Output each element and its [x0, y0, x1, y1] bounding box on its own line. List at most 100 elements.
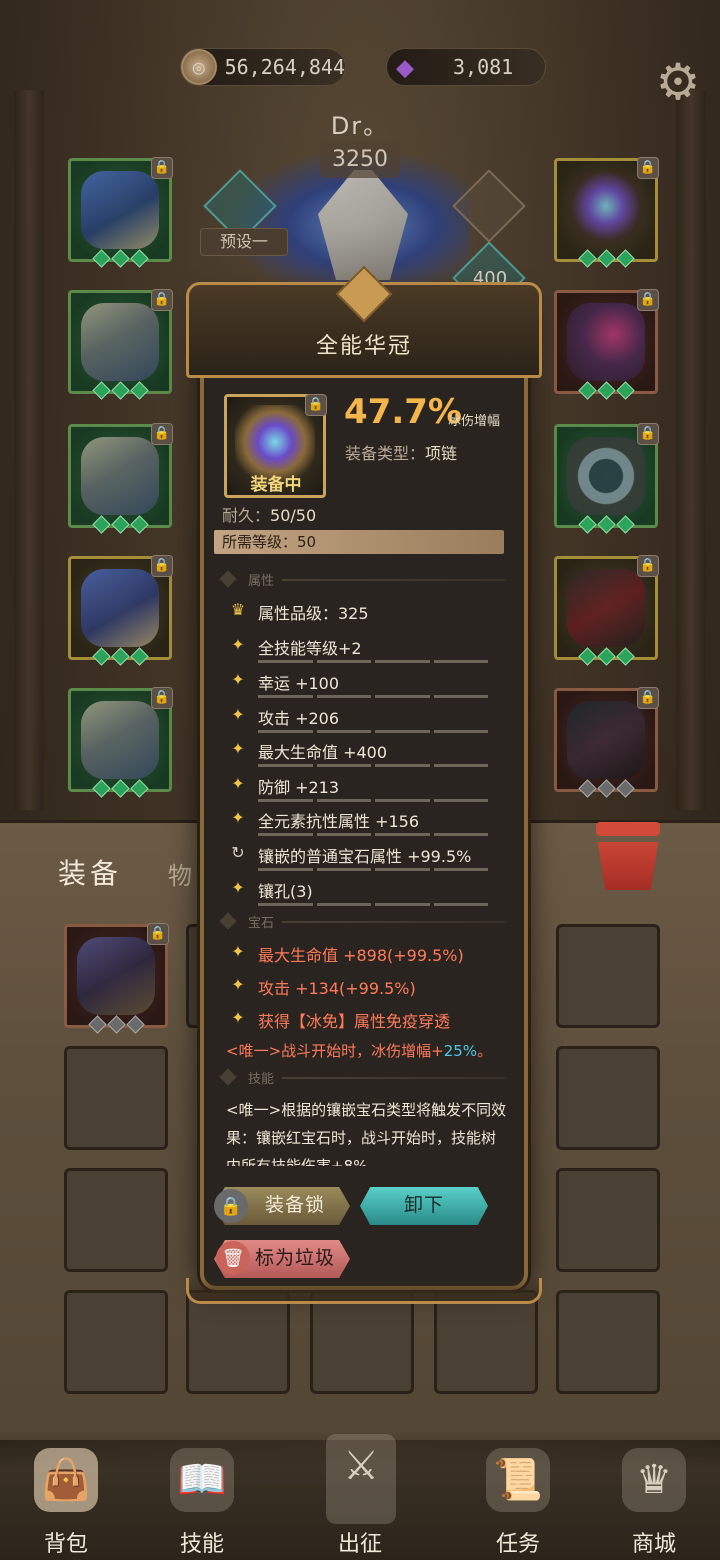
gloves-icon — [81, 437, 159, 515]
unique-effect: <唯一>战斗开始时，冰伤增幅+25%。 — [226, 1040, 492, 1061]
popup-footer — [186, 1278, 542, 1304]
trash-icon: 🗑 — [216, 1241, 250, 1275]
gem-value: 3,081 — [453, 55, 514, 79]
shop-crown-icon: ♛ — [622, 1448, 686, 1512]
lock-icon: 🔒 — [637, 555, 659, 577]
stat-text: 最大生命值 +400 — [258, 743, 388, 762]
equip-slot-weapon[interactable]: 🔒 — [554, 555, 659, 666]
socket-row — [71, 381, 169, 400]
section-attributes-title: 属性 — [248, 574, 275, 589]
equip-slot-amulet[interactable]: 🔒 — [554, 289, 659, 400]
equip-slot-gloves[interactable]: 🔒 — [68, 423, 173, 534]
gem-row: ✦ 获得【冰免】属性免疫穿透 — [222, 1004, 488, 1038]
lock-icon: 🔒 — [637, 157, 659, 179]
socket-row — [557, 381, 655, 400]
lock-icon: 🔒 — [151, 687, 173, 709]
main-stat-label: 冰伤增幅 — [448, 414, 501, 429]
inventory-slot[interactable] — [556, 1168, 660, 1272]
nav-expedition[interactable]: ⚔ 出征 — [300, 1430, 420, 1560]
top-bar: ◎ 56,264,844 ◆ 3,081 ⚙ — [0, 40, 720, 111]
unique-effect-text: <唯一>战斗开始时，冰伤增幅+ — [226, 1042, 444, 1060]
gem-text: 攻击 +134(+99.5%) — [258, 979, 416, 998]
inventory-slot[interactable] — [186, 1290, 290, 1394]
horn-icon — [567, 701, 645, 779]
unique-effect-pct: 25% — [443, 1042, 478, 1060]
stat-row: ✦ 最大生命值 +400 — [222, 735, 488, 769]
sparkle-icon: ✦ — [231, 1008, 245, 1027]
sparkle-icon: ✦ — [231, 975, 245, 994]
boots-icon — [81, 701, 159, 779]
stat-row: ✦ 幸运 +100 — [222, 666, 488, 700]
inventory-slot[interactable] — [434, 1290, 538, 1394]
item-name: 全能华冠 — [315, 334, 412, 359]
socket-row — [67, 1015, 165, 1034]
equip-slot-belt[interactable]: 🔒 — [68, 555, 173, 666]
weapon-icon — [567, 569, 645, 647]
armor-icon — [81, 303, 159, 381]
gold-counter: ◎ 56,264,844 — [180, 48, 346, 86]
inventory-slot[interactable] — [64, 1046, 168, 1150]
durability-key: 耐久： — [222, 506, 271, 525]
character-power: 3250 — [320, 142, 400, 178]
equipped-status: 装备中 — [250, 475, 302, 495]
nav-shop[interactable]: ♛ 商城 — [594, 1430, 714, 1560]
stat-text: 镶孔(3) — [258, 882, 313, 901]
socket-row — [557, 249, 655, 268]
gem-row: ✦ 最大生命值 +898(+99.5%) — [222, 938, 488, 972]
socket-row — [71, 779, 169, 798]
lock-icon: 🔒 — [151, 423, 173, 445]
lock-icon: 🔒 — [305, 394, 327, 416]
equip-slot-armor[interactable]: 🔒 — [68, 289, 173, 400]
equip-slot-necklace[interactable]: 🔒 — [554, 157, 659, 268]
inventory-slot[interactable] — [556, 1046, 660, 1150]
lock-icon: 🔒 — [151, 289, 173, 311]
equip-type-key: 装备类型： — [345, 444, 426, 463]
unequip-button[interactable]: 卸下 — [360, 1187, 488, 1225]
inventory-slot[interactable] — [64, 1290, 168, 1394]
equip-slot-helmet[interactable]: 🔒 — [68, 157, 173, 268]
nav-label: 商城 — [631, 1532, 676, 1557]
equip-lock-label: 装备锁 — [264, 1194, 325, 1216]
durability: 耐久：50/50 — [222, 502, 316, 526]
stat-text: 防御 +213 — [258, 778, 340, 797]
tab-equipment[interactable]: 装备 — [58, 852, 122, 892]
axe-icon — [77, 937, 155, 1015]
nav-backpack[interactable]: 👜 背包 — [6, 1430, 126, 1560]
nav-skills[interactable]: 📖 技能 — [142, 1430, 262, 1560]
skill-description: <唯一>根据的镶嵌宝石类型将触发不同效果：镶嵌红宝石时，战斗开始时，技能树内所有… — [226, 1101, 507, 1166]
sparkle-icon: ✦ — [231, 942, 245, 961]
necklace-icon — [567, 171, 645, 249]
gem-counter: ◆ 3,081 — [386, 48, 546, 86]
sparkle-icon: ✦ — [231, 808, 245, 827]
cycle-icon: ↻ — [231, 843, 245, 862]
inventory-slot[interactable] — [556, 1290, 660, 1394]
left-pillar — [14, 90, 44, 810]
gold-value: 56,264,844 — [224, 55, 345, 79]
character-name: Dr。 — [330, 112, 390, 140]
stat-row: ↻ 镶嵌的普通宝石属性 +99.5% — [222, 839, 488, 873]
inventory-slot[interactable] — [310, 1290, 414, 1394]
lock-icon: 🔒 — [637, 687, 659, 709]
inventory-slot-axe[interactable]: 🔒 — [64, 923, 169, 1034]
equip-slot-ring[interactable]: 🔒 — [554, 423, 659, 534]
preset-button[interactable]: 预设一 — [200, 228, 288, 256]
lock-icon: 🔒 — [147, 923, 169, 945]
sparkle-icon: ✦ — [231, 670, 245, 689]
equip-slot-offhand[interactable]: 🔒 — [554, 687, 659, 798]
skill-book-icon: 📖 — [170, 1448, 234, 1512]
trash-lid — [596, 822, 660, 836]
equip-slot-boots[interactable]: 🔒 — [68, 687, 173, 798]
inventory-slot[interactable] — [556, 924, 660, 1028]
stat-text: 攻击 +206 — [258, 709, 340, 728]
attr-grade: 属性品级：325 — [258, 604, 369, 623]
quest-scroll-icon: 📜 — [486, 1448, 550, 1512]
gear-icon[interactable]: ⚙ — [650, 53, 706, 111]
lock-icon: 🔒 — [214, 1189, 248, 1223]
stat-text: 全元素抗性属性 +156 — [258, 812, 420, 831]
main-stat-value: 47.7% — [344, 392, 462, 432]
stat-row: ✦ 镶孔(3) — [222, 874, 488, 908]
nav-quests[interactable]: 📜 任务 — [458, 1430, 578, 1560]
inventory-slot[interactable] — [64, 1168, 168, 1272]
attr-grade-row: ♛ 属性品级：325 — [222, 596, 488, 630]
stat-text: 镶嵌的普通宝石属性 +99.5% — [258, 847, 472, 866]
